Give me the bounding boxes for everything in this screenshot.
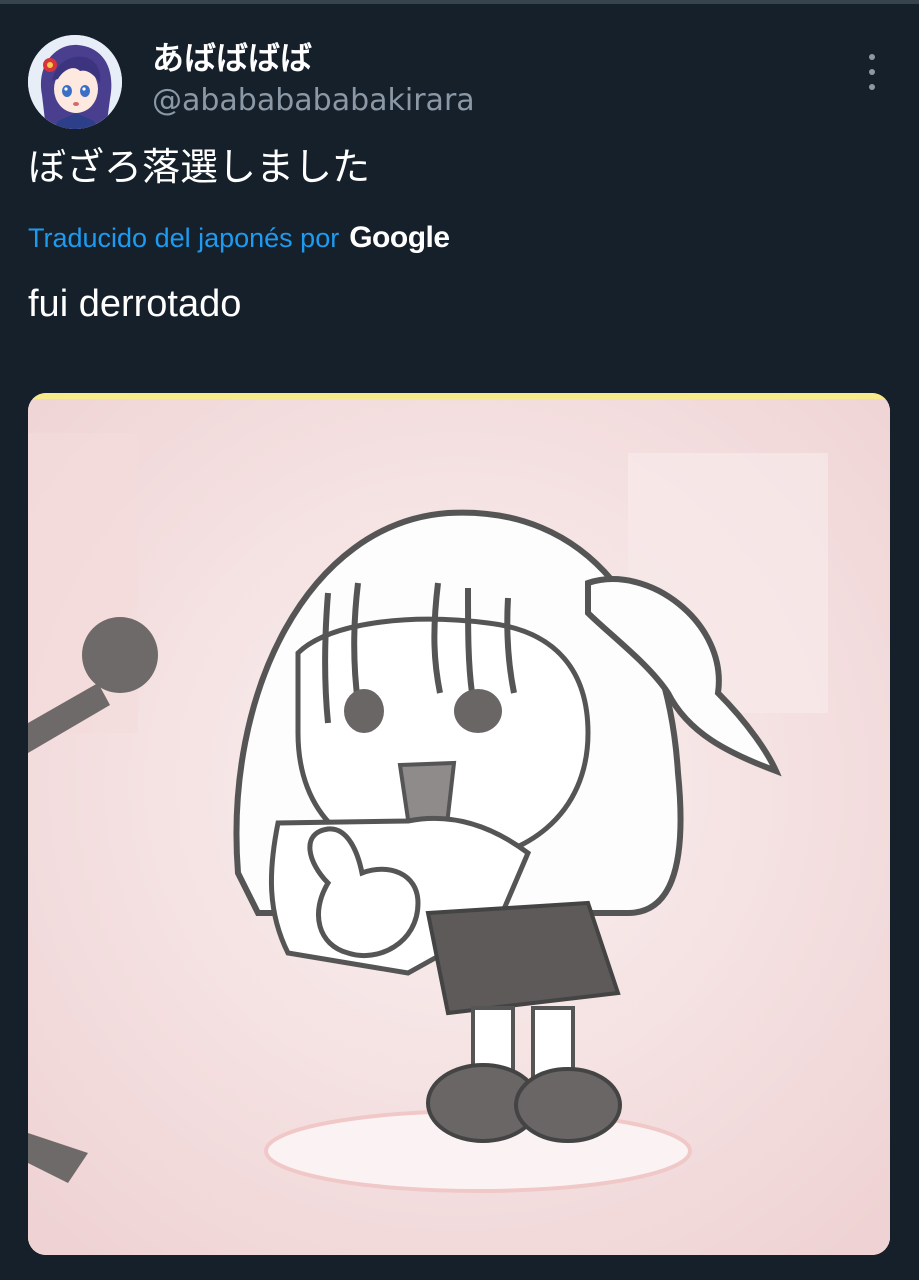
tweet: あばばばば @abababababakirara ぼざろ落選しました Tradu… bbox=[0, 0, 919, 1280]
cartoon-girl-image bbox=[28, 399, 890, 1255]
divider bbox=[0, 0, 919, 4]
user-handle[interactable]: @abababababakirara bbox=[152, 82, 475, 120]
translation-attribution: Traducido del japonés por Google bbox=[28, 218, 450, 258]
avatar-image bbox=[28, 35, 122, 129]
more-options-button[interactable] bbox=[856, 52, 888, 92]
tweet-media-image[interactable] bbox=[28, 393, 890, 1255]
more-dot-icon bbox=[869, 54, 875, 60]
avatar[interactable] bbox=[28, 35, 122, 129]
display-name[interactable]: あばばばば bbox=[152, 38, 312, 78]
google-logo: Google bbox=[349, 221, 450, 254]
more-dot-icon bbox=[869, 84, 875, 90]
translated-text: fui derrotado bbox=[28, 283, 242, 325]
tweet-text: ぼざろ落選しました bbox=[28, 145, 371, 189]
translated-by-link[interactable]: Traducido del japonés por bbox=[28, 223, 339, 254]
more-dot-icon bbox=[869, 69, 875, 75]
